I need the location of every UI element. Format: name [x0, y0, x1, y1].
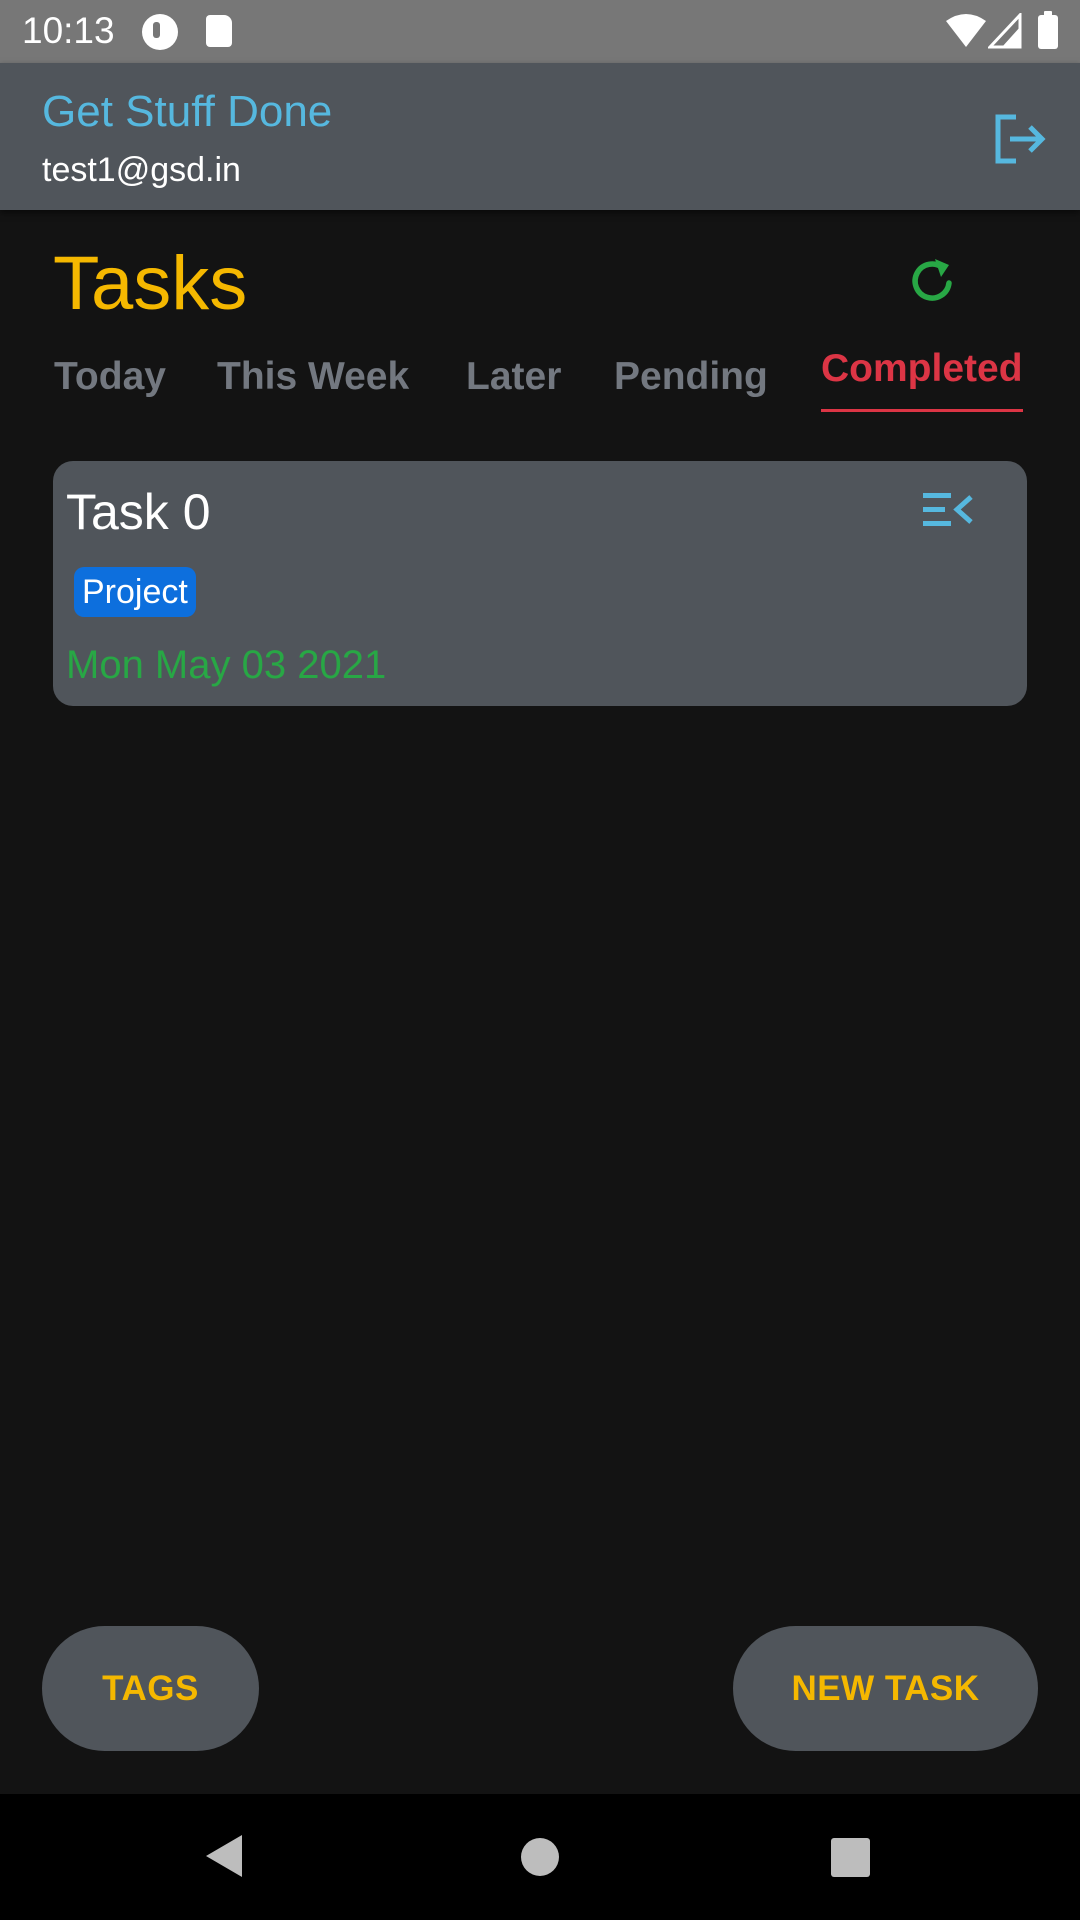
- task-title: Task 0: [66, 484, 211, 540]
- app-title: Get Stuff Done: [42, 87, 333, 136]
- tab-bar: Today This Week Later Pending Completed: [0, 347, 1080, 425]
- tab-today[interactable]: Today: [54, 355, 166, 420]
- task-card[interactable]: Task 0 Project Mon May 03 2021: [53, 461, 1027, 706]
- tab-later[interactable]: Later: [466, 355, 561, 420]
- app-notification-icon: [142, 14, 178, 50]
- status-bar: 10:13: [0, 0, 1080, 63]
- recents-icon[interactable]: [831, 1838, 870, 1877]
- sd-card-icon: [206, 15, 232, 47]
- task-date: Mon May 03 2021: [66, 643, 387, 687]
- screen: 10:13 Get Stuff Done test1@gsd.in Tasks …: [0, 0, 1080, 1920]
- home-icon[interactable]: [521, 1838, 559, 1876]
- page-title: Tasks: [53, 241, 248, 326]
- tab-completed[interactable]: Completed: [821, 347, 1023, 412]
- tags-button[interactable]: TAGS: [42, 1626, 259, 1751]
- back-icon[interactable]: [204, 1833, 244, 1879]
- tab-pending[interactable]: Pending: [614, 355, 768, 420]
- wifi-icon: [946, 14, 986, 47]
- status-time: 10:13: [22, 10, 115, 51]
- logout-icon[interactable]: [990, 109, 1050, 169]
- cell-signal-icon: [988, 13, 1022, 49]
- menu-collapse-icon[interactable]: [923, 489, 975, 531]
- tab-this-week[interactable]: This Week: [217, 355, 409, 420]
- task-tag-badge: Project: [74, 567, 196, 617]
- new-task-button[interactable]: NEW TASK: [733, 1626, 1038, 1751]
- nav-bar: [0, 1794, 1080, 1920]
- user-email: test1@gsd.in: [42, 151, 241, 189]
- battery-icon: [1038, 11, 1058, 49]
- refresh-icon[interactable]: [905, 253, 960, 308]
- app-header: Get Stuff Done test1@gsd.in: [0, 63, 1080, 210]
